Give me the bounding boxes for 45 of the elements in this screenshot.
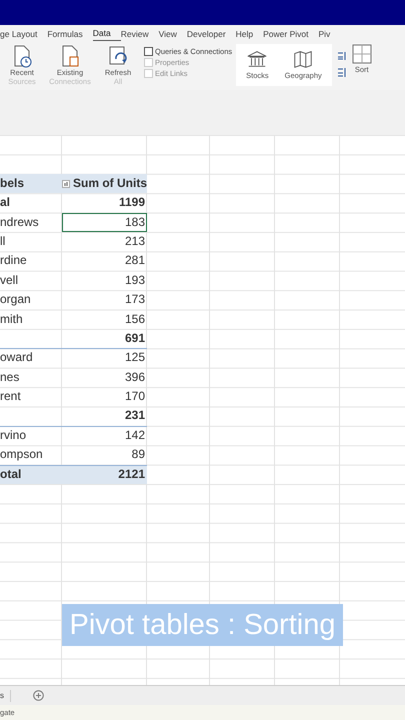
- ribbon-tab[interactable]: Data: [92, 26, 121, 41]
- row-label: ndrews: [0, 214, 40, 231]
- video-caption: Pivot tables : Sorting: [62, 604, 344, 646]
- ribbon-tab[interactable]: Review: [120, 26, 159, 40]
- value-cell: 183: [62, 212, 147, 232]
- value-cell-text: 156: [124, 310, 146, 328]
- row-label: ompson: [0, 446, 44, 464]
- add-sheet-icon[interactable]: [33, 690, 44, 701]
- ribbon-tab[interactable]: Formulas: [47, 26, 93, 40]
- row-labels-header: bels: [0, 174, 62, 194]
- filter-sort-icon[interactable]: [62, 180, 70, 188]
- row-label: vell: [0, 272, 20, 289]
- row-label: rvino: [0, 426, 62, 446]
- row-label: rent: [0, 388, 22, 406]
- value-cell-text: 193: [124, 272, 146, 289]
- row-label: rdine: [0, 252, 28, 270]
- ribbon-tab[interactable]: Help: [236, 26, 264, 40]
- value-cell-text: 231: [124, 407, 146, 424]
- row-label: nes: [0, 368, 20, 386]
- ribbon-tab[interactable]: View: [158, 26, 187, 40]
- value-cell: 142: [62, 426, 147, 446]
- ribbon-tab[interactable]: ge Layout: [0, 26, 48, 40]
- column-title: Sum of Units: [73, 176, 147, 190]
- sort-order-icons[interactable]: [336, 50, 348, 80]
- row-label: otal: [0, 464, 62, 484]
- value-cell-text: 173: [124, 291, 146, 308]
- value-cell: 2121: [62, 464, 147, 484]
- value-cell-text: 170: [124, 388, 146, 406]
- ribbon-tab[interactable]: Developer: [186, 26, 236, 40]
- value-cell-text: 396: [124, 368, 146, 386]
- value-cell-text: 1199: [118, 194, 146, 212]
- row-label: organ: [0, 291, 32, 308]
- ribbon-tab[interactable]: Power Pivot: [263, 26, 318, 40]
- value-cell: 125: [62, 348, 147, 368]
- value-cell-text: 89: [130, 446, 146, 464]
- map-icon: [292, 48, 314, 70]
- value-cell-text: 213: [124, 232, 146, 250]
- sheet-tab[interactable]: s: [0, 690, 11, 702]
- value-cell-text: 281: [124, 252, 146, 270]
- row-label: mith: [0, 310, 24, 328]
- ribbon-tab[interactable]: Piv: [318, 26, 340, 40]
- row-label: oward: [0, 348, 62, 368]
- value-cell-text: 691: [124, 330, 146, 347]
- row-label: al: [0, 194, 12, 212]
- row-label: ll: [0, 232, 6, 250]
